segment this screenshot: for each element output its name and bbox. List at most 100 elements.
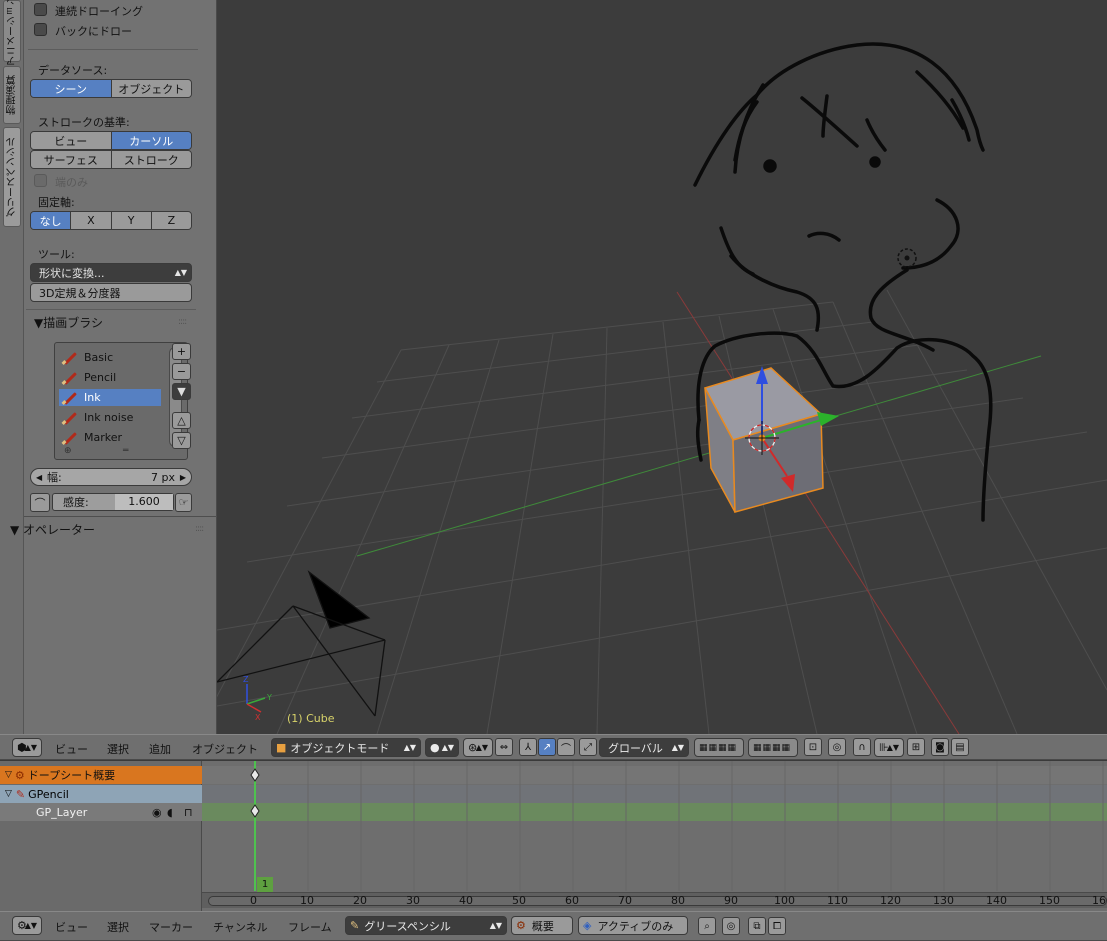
ends-only-checkbox[interactable]: [34, 174, 47, 187]
rotate-toggle[interactable]: ⌒: [557, 738, 575, 756]
pressure-curve-button[interactable]: ⌒: [30, 493, 50, 512]
brush-item-basic[interactable]: Basic: [59, 349, 161, 366]
menu-frame[interactable]: フレーム: [288, 919, 332, 935]
frame-ruler[interactable]: 0 10 20 30 40 50 60 70 80 90 100 110 120 130 140 150 160: [202, 892, 1107, 908]
drag-grip-icon[interactable]: ::::: [195, 524, 204, 534]
ruler-protractor-button[interactable]: 3D定規＆分度器: [30, 283, 192, 302]
editor-type-button[interactable]: ⚙ ▲▼: [12, 916, 42, 935]
menu-add[interactable]: 追加: [149, 741, 171, 757]
manipulator-toggle[interactable]: ⇔: [495, 738, 513, 756]
brush-panel-header[interactable]: ▼描画ブラシ: [34, 314, 103, 331]
stroke-cursor-button[interactable]: カーソル: [111, 132, 191, 149]
channel-gpencil[interactable]: ▽ ✎ GPencil: [0, 785, 202, 803]
dopesheet-grid: [250, 761, 1104, 891]
brush-label: Marker: [84, 431, 123, 444]
move-brush-up-button[interactable]: △: [172, 412, 191, 429]
stroke-surface-button[interactable]: サーフェス: [31, 151, 112, 168]
dopesheet-mode-dropdown[interactable]: ✎ グリースペンシル ▲▼: [345, 916, 507, 935]
lock-axis-y-button[interactable]: Y: [111, 212, 152, 229]
eye-icon[interactable]: ◉: [152, 806, 162, 819]
data-source-scene-button[interactable]: シーン: [31, 80, 112, 97]
proportional-edit-button[interactable]: ◎: [828, 738, 846, 756]
proportional-edit-button[interactable]: ◎: [722, 917, 740, 935]
menu-select[interactable]: 選択: [107, 741, 129, 757]
orientation-dropdown[interactable]: グローバル ▲▼: [599, 738, 689, 757]
copy-keyframes-button[interactable]: ⧉: [748, 917, 766, 935]
brush-item-marker[interactable]: Marker: [59, 429, 161, 446]
data-source-toggle: シーン オブジェクト: [30, 79, 192, 98]
menu-view[interactable]: ビュー: [55, 919, 88, 935]
shading-dropdown[interactable]: ● ▲▼: [425, 738, 459, 757]
stroke-stroke-button[interactable]: ストローク: [111, 151, 191, 168]
use-pressure-toggle[interactable]: ☞: [175, 493, 192, 512]
mode-dropdown[interactable]: ■ オブジェクトモード ▲▼: [271, 738, 421, 757]
lock-axis-z-button[interactable]: Z: [151, 212, 191, 229]
tab-animation[interactable]: アニメーション: [3, 0, 21, 66]
active-only-label: アクティブのみ: [597, 919, 674, 933]
brush-item-ink-noise[interactable]: Ink noise: [59, 409, 161, 426]
pressure-icon: ☞: [178, 496, 189, 509]
menu-object[interactable]: オブジェクト: [192, 741, 258, 757]
move-brush-down-button[interactable]: ▽: [172, 432, 191, 449]
brush-specials-button[interactable]: ▼: [172, 383, 191, 400]
lock-layers-button[interactable]: ⊡: [804, 738, 822, 756]
data-source-object-button[interactable]: オブジェクト: [111, 80, 191, 97]
summary-toggle[interactable]: ⚙ 概要: [511, 916, 573, 935]
drag-grip-icon[interactable]: ::::: [178, 317, 187, 327]
snap-target-button[interactable]: ⊞: [907, 738, 925, 756]
current-frame-indicator[interactable]: 1: [257, 877, 273, 892]
tab-physics[interactable]: 物理演算: [3, 66, 21, 124]
brush-item-pencil[interactable]: Pencil: [59, 369, 161, 386]
search-filter-button[interactable]: ⌕: [698, 917, 716, 935]
updown-arrow-icon: ▲▼: [24, 743, 37, 752]
snap-element-dropdown[interactable]: ⊪ ▲▼: [874, 738, 904, 757]
frame-tick-label: 120: [880, 894, 901, 907]
layer-grid-2[interactable]: ▦▦▦▦: [748, 738, 798, 757]
channel-gp-layer[interactable]: GP_Layer ◉ ◖ ⊓: [0, 803, 202, 821]
remove-brush-button[interactable]: −: [172, 363, 191, 380]
paste-keyframes-button[interactable]: ⧠: [768, 917, 786, 935]
sensitivity-field[interactable]: 感度: 1.600: [52, 493, 174, 511]
list-resize-grip-icon[interactable]: ═: [123, 446, 128, 456]
dopesheet-timeline[interactable]: 1 0 10 20 30 40 50 60 70 80 90 100 110 120 130 140 150 1…: [202, 761, 1107, 911]
frame-tick-label: 40: [459, 894, 473, 907]
menu-channel[interactable]: チャンネル: [213, 919, 268, 935]
operator-panel-header[interactable]: ▼ オペレーター: [10, 521, 95, 538]
lock-axis-toggle: なし X Y Z: [30, 211, 192, 230]
continuous-draw-checkbox[interactable]: [34, 3, 47, 16]
convert-dropdown[interactable]: 形状に変換... ▲▼: [30, 263, 192, 282]
translate-toggle[interactable]: ⅄: [519, 738, 537, 756]
keyframe-diamond[interactable]: [250, 804, 260, 818]
render-image-button[interactable]: ◙: [931, 738, 949, 756]
down-arrow-icon: ▼: [177, 385, 186, 398]
orientation-label: グローバル: [608, 741, 663, 755]
width-slider[interactable]: ◀ 幅: 7 px ▶: [30, 468, 192, 486]
camera-object[interactable]: [217, 570, 386, 717]
stroke-view-button[interactable]: ビュー: [31, 132, 112, 149]
snap-target-icon: ⊞: [911, 741, 921, 753]
editor-type-button[interactable]: ⬢ ▲▼: [12, 738, 42, 757]
lock-axis-x-button[interactable]: X: [71, 212, 112, 229]
add-brush-button[interactable]: +: [172, 343, 191, 360]
keyframe-diamond[interactable]: [250, 768, 260, 782]
lock-icon[interactable]: ⊓: [184, 806, 193, 819]
only-selected-toggle[interactable]: ◈ アクティブのみ: [578, 916, 688, 935]
pivot-dropdown[interactable]: ⊛ ▲▼: [463, 738, 493, 757]
scale-toggle[interactable]: ⤢: [579, 738, 597, 756]
lock-axis-none-button[interactable]: なし: [31, 212, 72, 229]
draw-back-checkbox[interactable]: [34, 23, 47, 36]
menu-marker[interactable]: マーカー: [149, 919, 193, 935]
snap-toggle[interactable]: ∩: [853, 738, 871, 756]
menu-select[interactable]: 選択: [107, 919, 129, 935]
move-toggle[interactable]: ↗: [538, 738, 556, 756]
speaker-icon[interactable]: ◖: [167, 806, 173, 819]
render-animation-button[interactable]: ▤: [951, 738, 969, 756]
channel-summary[interactable]: ▽ ⚙ ドープシート概要: [0, 766, 202, 784]
layer-grid-1[interactable]: ▦▦▦▦: [694, 738, 744, 757]
3d-viewport[interactable]: Z Y X (1) Cube: [217, 0, 1107, 734]
list-filter-icon[interactable]: ⊕: [64, 446, 72, 456]
brush-item-ink[interactable]: Ink: [59, 389, 161, 406]
tab-grease-pencil[interactable]: グリースペンシル: [3, 127, 21, 227]
menu-view[interactable]: ビュー: [55, 741, 88, 757]
timeline-scrollbar[interactable]: [208, 896, 1107, 906]
